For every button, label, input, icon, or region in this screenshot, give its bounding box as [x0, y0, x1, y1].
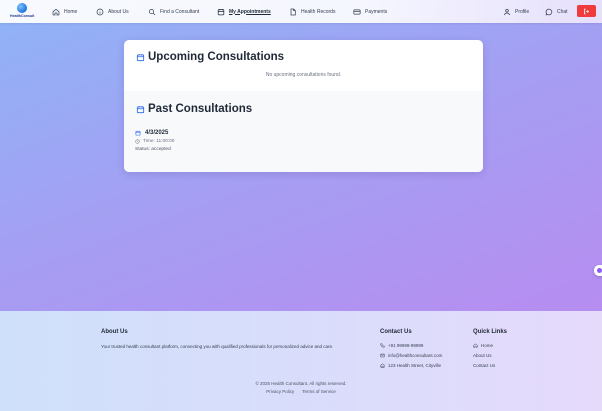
info-icon: [96, 8, 104, 15]
nav-my-appointments[interactable]: My Appointments: [217, 5, 271, 18]
home-icon: [473, 343, 478, 348]
footer-link-about[interactable]: About Us: [473, 353, 492, 358]
footer-about-title: About Us: [101, 329, 128, 335]
floating-widget-tab[interactable]: [594, 265, 602, 276]
nav-payments[interactable]: Payments: [353, 5, 387, 18]
phone-icon: [380, 343, 385, 348]
globe-icon: [17, 3, 27, 13]
past-title: Past Consultations: [148, 103, 253, 115]
past-section-header: Past Consultations: [136, 103, 252, 115]
nav-home[interactable]: Home: [52, 5, 77, 18]
logout-button[interactable]: [577, 5, 596, 17]
nav-chat[interactable]: Chat: [545, 5, 568, 18]
clock-icon: [135, 139, 140, 144]
brand-logo-text: HealthConsult: [10, 14, 35, 18]
nav-about-label: About Us: [108, 8, 129, 15]
footer-phone: +91 99999-99999: [388, 343, 424, 348]
brand-logo[interactable]: HealthConsult: [10, 3, 34, 21]
upcoming-section-header: Upcoming Consultations: [136, 51, 284, 63]
nav-profile[interactable]: Profile: [503, 5, 529, 18]
appointment-date-row: 4/3/2025: [135, 130, 174, 136]
nav-chat-label: Chat: [557, 8, 568, 15]
upcoming-title: Upcoming Consultations: [148, 51, 285, 63]
nav-health-records-label: Health Records: [301, 8, 336, 15]
file-icon: [290, 8, 296, 15]
appointment-item: 4/3/2025 Time: 11:00:00 Status: accepted: [135, 130, 174, 152]
top-navbar: HealthConsult Home About Us Find a Consu…: [0, 0, 602, 23]
footer-phone-row: +91 99999-99999: [380, 343, 423, 348]
calendar-icon: [135, 130, 141, 136]
nav-profile-label: Profile: [515, 8, 530, 15]
footer-copyright: © 2025 Health Consultant. All rights res…: [255, 381, 347, 386]
footer-email-row: info@healthconsultant.com: [380, 353, 442, 358]
nav-find-consultant-label: Find a Consultant: [160, 8, 200, 15]
chat-bubble-icon: [545, 8, 553, 15]
footer-address-row: 123 Health Street, Cityville: [380, 363, 441, 368]
site-footer: About Us Your trusted health consultant …: [0, 311, 602, 411]
past-consultations-section: Past Consultations 4/3/2025 Time: 11:00:…: [124, 91, 483, 172]
footer-address: 123 Health Street, Cityville: [388, 363, 442, 368]
footer-quick-links-title: Quick Links: [473, 329, 508, 335]
footer-email[interactable]: info@healthconsultant.com: [388, 353, 442, 358]
mail-icon: [380, 353, 385, 358]
credit-card-icon: [353, 8, 361, 15]
calendar-icon: [136, 105, 145, 113]
footer-link-contact[interactable]: Contact Us: [473, 363, 495, 368]
nav-about[interactable]: About Us: [96, 5, 129, 18]
user-icon: [503, 8, 511, 15]
search-icon: [148, 8, 156, 15]
appointment-time: Time: 11:00:00: [143, 139, 175, 144]
nav-payments-label: Payments: [365, 8, 388, 15]
calendar-icon: [136, 53, 145, 61]
footer-link-home[interactable]: Home: [473, 343, 493, 348]
footer-contact-title: Contact Us: [380, 329, 412, 335]
appointment-date: 4/3/2025: [145, 130, 169, 136]
calendar-icon: [217, 8, 225, 15]
footer-legal-links: Privacy Policy Terms of Service: [0, 389, 602, 394]
nav-find-consultant[interactable]: Find a Consultant: [148, 5, 199, 18]
logout-icon: [584, 8, 590, 14]
footer-link-home-label: Home: [481, 343, 494, 348]
upcoming-empty-message: No upcoming consultations found.: [265, 72, 342, 78]
terms-of-service-link[interactable]: Terms of Service: [302, 389, 336, 394]
consultations-card: Upcoming Consultations No upcoming consu…: [124, 40, 483, 172]
privacy-policy-link[interactable]: Privacy Policy: [266, 389, 294, 394]
building-icon: [380, 363, 385, 368]
appointment-status: Status: accepted: [135, 147, 171, 152]
home-icon: [52, 8, 60, 15]
nav-my-appointments-label: My Appointments: [229, 8, 271, 15]
appointment-time-row: Time: 11:00:00: [135, 139, 174, 144]
widget-dot-icon: [597, 268, 602, 273]
footer-about-text: Your trusted health consultant platform,…: [101, 344, 334, 349]
nav-home-label: Home: [64, 8, 78, 15]
nav-health-records[interactable]: Health Records: [289, 5, 335, 18]
